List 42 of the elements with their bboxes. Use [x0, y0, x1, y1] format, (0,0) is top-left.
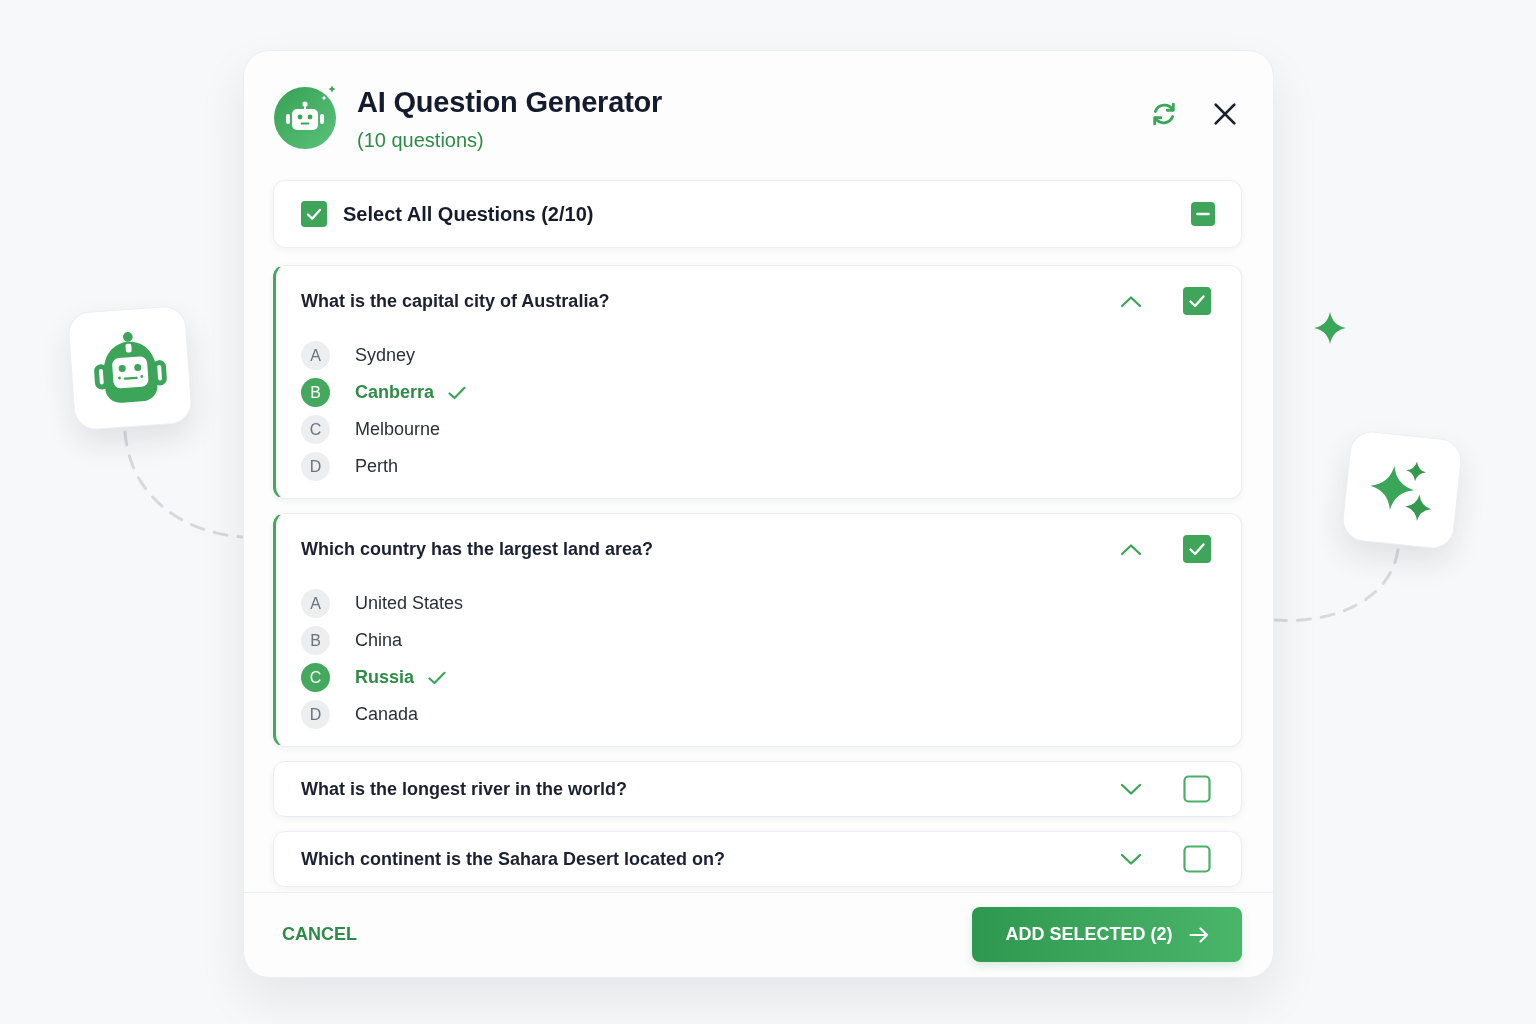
select-all-label: Select All Questions (2/10)	[343, 202, 595, 226]
sparkle-icon	[1314, 311, 1346, 345]
chevron-up-icon[interactable]	[1120, 294, 1142, 308]
option-text: Canada	[355, 704, 419, 725]
close-icon[interactable]	[1211, 100, 1239, 128]
cancel-button[interactable]: CANCEL	[273, 914, 366, 955]
question-text: What is the longest river in the world?	[301, 778, 629, 800]
option-letter: C	[301, 663, 330, 692]
option-text: Canberra	[355, 382, 435, 403]
add-selected-button[interactable]: ADD SELECTED (2)	[972, 907, 1242, 962]
option-letter: B	[301, 626, 330, 655]
option-letter: A	[301, 589, 330, 618]
checkbox[interactable]	[301, 201, 327, 227]
checkbox[interactable]	[1183, 845, 1211, 873]
chevron-down-icon[interactable]	[1120, 852, 1142, 866]
minus-square-icon[interactable]	[1191, 202, 1215, 226]
checkmark-icon	[448, 385, 467, 400]
refresh-icon[interactable]	[1150, 100, 1178, 128]
question-text: Which country has the largest land area?	[301, 538, 655, 560]
option-letter: C	[301, 415, 330, 444]
question-text: Which continent is the Sahara Desert located on?	[301, 848, 727, 870]
checkbox[interactable]	[1183, 775, 1211, 803]
option-letter: B	[301, 378, 330, 407]
option-text: United States	[355, 593, 464, 614]
chevron-up-icon[interactable]	[1120, 542, 1142, 556]
option-text: China	[355, 630, 403, 651]
chevron-down-icon[interactable]	[1120, 782, 1142, 796]
question-count: (10 questions)	[357, 128, 485, 153]
option-text: Russia	[355, 667, 415, 688]
arrow-right-icon	[1188, 926, 1209, 943]
option-letter: A	[301, 341, 330, 370]
option-letter: D	[301, 700, 330, 729]
option-letter: D	[301, 452, 330, 481]
checkbox[interactable]	[1183, 535, 1211, 563]
checkmark-icon	[428, 670, 447, 685]
question-text: What is the capital city of Australia?	[301, 290, 611, 312]
dialog-title: AI Question Generator	[357, 85, 663, 119]
option-text: Perth	[355, 456, 399, 477]
option-text: Melbourne	[355, 419, 441, 440]
option-text: Sydney	[355, 345, 416, 366]
checkbox[interactable]	[1183, 287, 1211, 315]
robot-avatar-icon	[273, 85, 337, 149]
